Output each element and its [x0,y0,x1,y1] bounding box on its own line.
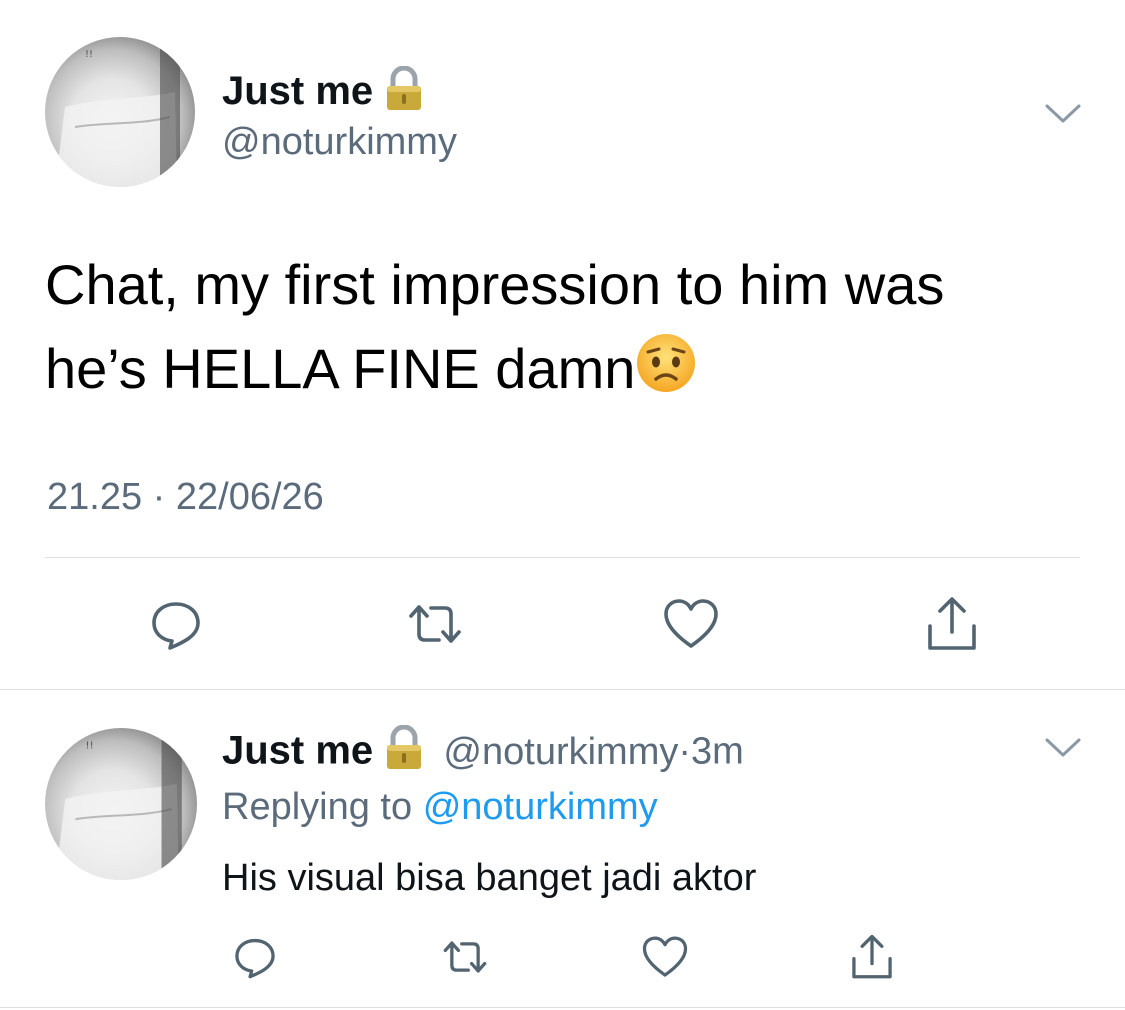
author-handle[interactable]: @noturkimmy [443,731,678,773]
share-icon[interactable] [924,594,980,654]
display-name[interactable]: Just me [222,729,373,773]
separator-dot: · [152,476,166,518]
share-icon[interactable] [849,932,895,982]
avatar[interactable]: !! [45,728,197,880]
chevron-down-icon[interactable] [1043,732,1083,762]
heart-icon[interactable] [661,596,721,652]
heart-icon[interactable] [640,934,690,980]
svg-text:!!: !! [85,49,93,60]
avatar[interactable]: !! [45,37,195,187]
retweet-icon[interactable] [440,934,490,980]
separator-dot: · [678,730,692,773]
lock-icon [384,724,424,781]
replying-to-handle[interactable]: @noturkimmy [423,786,658,828]
replying-to-label: Replying to [222,786,413,828]
divider [0,1007,1125,1008]
tweet-text: Chat, my first impression to him was he’… [45,243,1085,417]
reply-icon[interactable] [232,934,278,980]
svg-text:!!: !! [86,740,94,751]
worried-face-emoji [635,332,697,417]
tweet-text-line-2: he’s HELLA FINE damn [45,327,1085,417]
author-handle[interactable]: @noturkimmy [222,120,457,164]
tweet-time[interactable]: 21.25 [47,476,142,518]
display-name[interactable]: Just me [222,69,373,113]
divider [45,557,1080,558]
retweet-icon[interactable] [405,596,465,652]
tweet-timestamp[interactable]: 21.25 · 22/06/26 [47,475,324,519]
replying-to: Replying to @noturkimmy [222,784,658,830]
lock-icon [384,65,424,121]
chevron-down-icon[interactable] [1043,98,1083,128]
tweet-text-line-2-text: he’s HELLA FINE damn [45,337,636,400]
tweet-text-line-1: Chat, my first impression to him was [45,253,945,316]
reply-age[interactable]: 3m [691,731,744,773]
reply-icon[interactable] [148,596,204,652]
reply-text: His visual bisa banget jadi aktor [222,857,757,899]
author-name[interactable]: Just me [222,65,424,121]
tweet-date[interactable]: 22/06/26 [176,476,324,518]
reply-header: Just me @noturkimmy·3m [222,724,744,781]
divider [0,689,1125,690]
